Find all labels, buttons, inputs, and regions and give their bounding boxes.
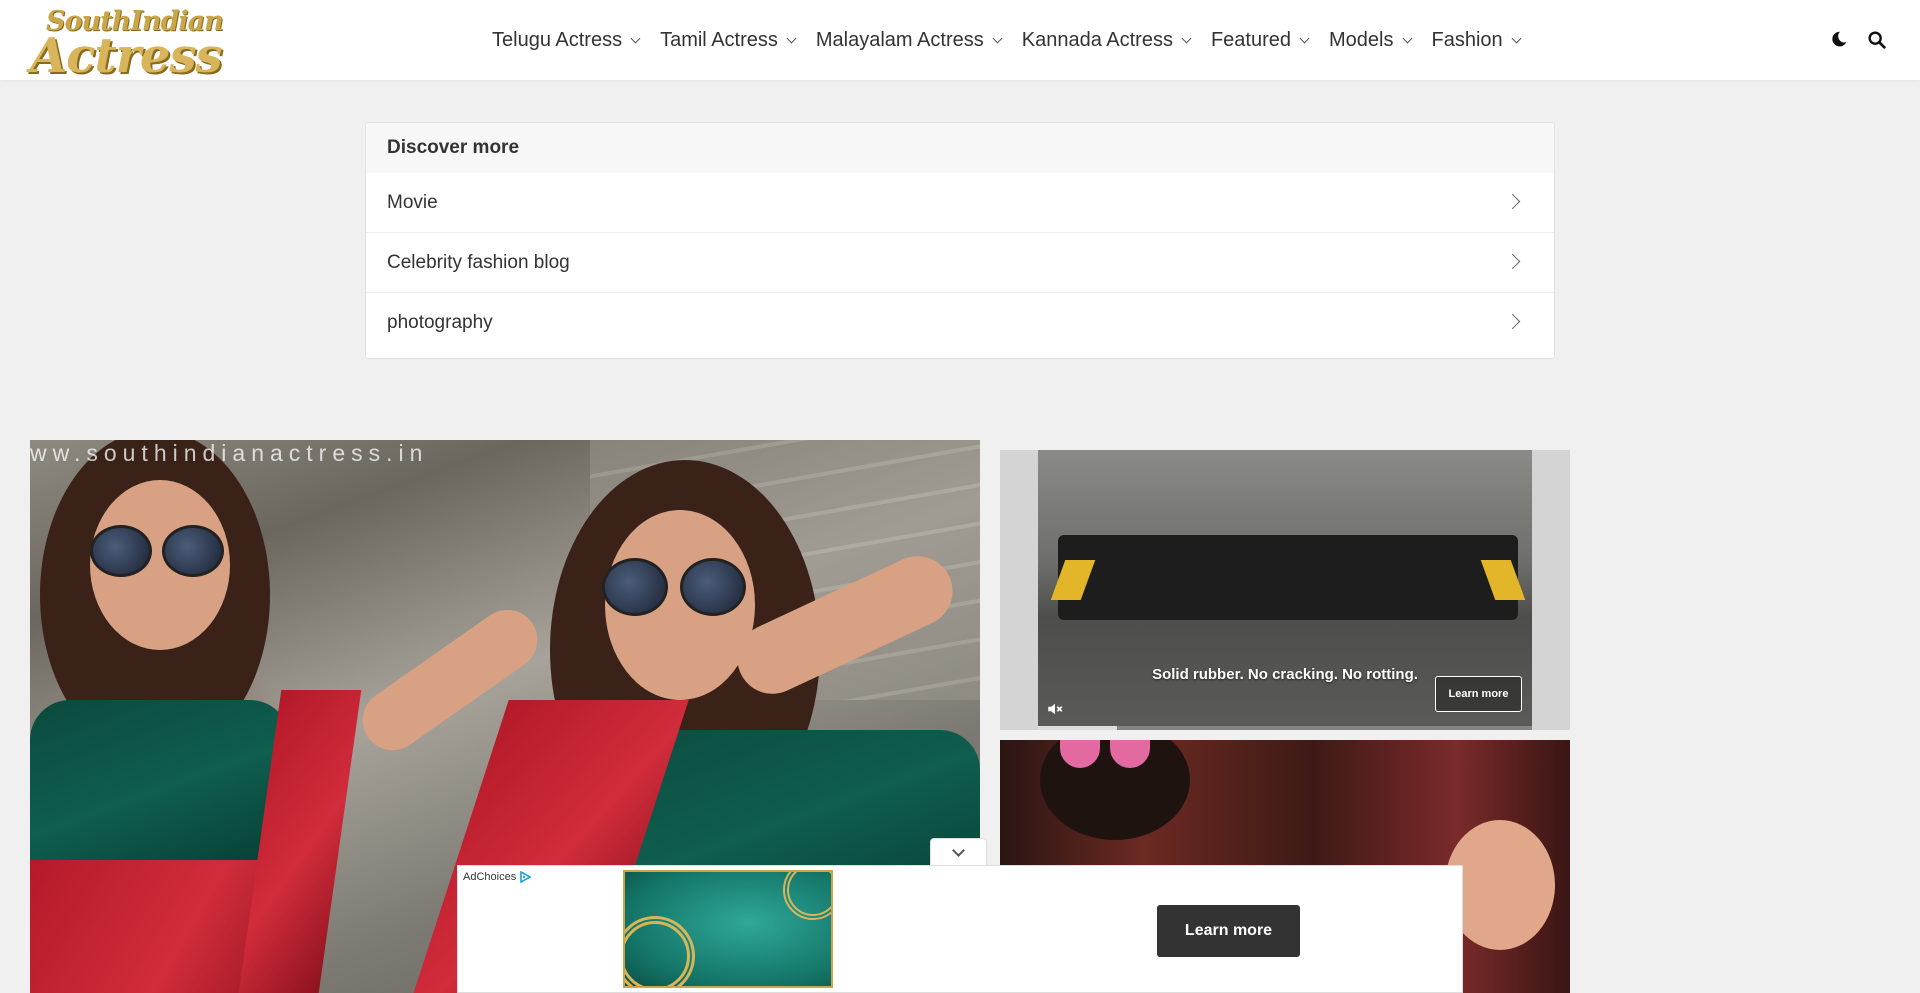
nav-item-featured[interactable]: Featured	[1210, 28, 1310, 52]
video-progress-fill	[1038, 726, 1118, 730]
adchoices-label: AdChoices	[463, 871, 517, 883]
mute-icon[interactable]	[1046, 700, 1064, 718]
discover-item-photography[interactable]: photography	[366, 293, 1554, 353]
nav-label: Tamil Actress	[660, 28, 778, 51]
discover-item-label: photography	[387, 312, 493, 333]
discover-item-label: Movie	[387, 191, 438, 213]
nav-label: Models	[1329, 28, 1394, 51]
photo-sunglasses	[162, 525, 224, 577]
photo-sunglasses	[90, 525, 152, 577]
ad-image-ornament	[625, 916, 695, 986]
nav-label: Kannada Actress	[1021, 28, 1173, 51]
video-ad[interactable]: Solid rubber. No cracking. No rotting. L…	[1000, 450, 1570, 730]
chevron-right-icon	[1504, 313, 1521, 330]
chevron-down-icon	[1181, 33, 1192, 43]
photo-watermark: ww.southindianactress.in	[30, 440, 429, 466]
chevron-down-icon	[630, 33, 641, 43]
discover-item-label: Celebrity fashion blog	[387, 251, 570, 273]
nav-item-tamil-actress[interactable]: Tamil Actress	[660, 28, 797, 52]
video-progress-bar[interactable]	[1038, 726, 1532, 730]
video-ad-learn-more-button[interactable]: Learn more	[1435, 676, 1522, 712]
photo-sunglasses	[602, 558, 668, 616]
discover-item-movie[interactable]: Movie	[366, 173, 1554, 233]
bumper-reflector	[1480, 560, 1526, 600]
chevron-down-icon	[786, 33, 797, 43]
nav-label: Fashion	[1431, 28, 1503, 51]
chevron-down-icon	[992, 33, 1003, 43]
sticky-ad-image[interactable]	[623, 870, 833, 988]
nav-label: Telugu Actress	[492, 28, 623, 51]
chevron-down-icon	[1511, 33, 1522, 43]
sticky-bottom-ad[interactable]: AdChoices Learn more	[457, 865, 1463, 993]
search-icon[interactable]	[1866, 29, 1888, 51]
nav-item-fashion[interactable]: Fashion	[1431, 28, 1522, 52]
nav-item-models[interactable]: Models	[1329, 28, 1412, 52]
site-logo[interactable]: SouthIndian Actress	[28, 2, 233, 84]
nav-item-kannada-actress[interactable]: Kannada Actress	[1021, 28, 1192, 52]
photo-sunglasses	[680, 558, 746, 616]
video-ad-product-image	[1050, 535, 1526, 620]
chevron-right-icon	[1504, 193, 1521, 210]
discover-item-celebrity-fashion-blog[interactable]: Celebrity fashion blog	[366, 233, 1554, 293]
discover-more-title: Discover more	[366, 123, 1554, 173]
ad-image-ornament	[783, 872, 831, 920]
chevron-down-icon	[1402, 33, 1412, 43]
adchoices-icon	[520, 871, 532, 883]
nav-label: Featured	[1210, 28, 1292, 51]
nav-item-malayalam-actress[interactable]: Malayalam Actress	[815, 28, 1003, 52]
sticky-ad-learn-more-button[interactable]: Learn more	[1157, 905, 1300, 957]
discover-more-box: Discover more Movie Celebrity fashion bl…	[365, 122, 1555, 359]
bumper-reflector	[1050, 560, 1096, 600]
sticky-ad-collapse-toggle[interactable]	[930, 838, 987, 866]
chevron-down-icon	[952, 844, 965, 857]
video-ad-frame[interactable]: Solid rubber. No cracking. No rotting. L…	[1038, 450, 1532, 730]
site-header: SouthIndian Actress Telugu Actress Tamil…	[0, 0, 1920, 84]
main-nav: Telugu Actress Tamil Actress Malayalam A…	[492, 0, 1541, 80]
nav-label: Malayalam Actress	[815, 28, 984, 51]
logo-line2: Actress	[30, 28, 223, 84]
adchoices-link[interactable]: AdChoices	[463, 871, 532, 883]
chevron-right-icon	[1504, 253, 1521, 270]
moon-icon[interactable]	[1827, 29, 1849, 51]
photo-blouse	[30, 700, 290, 880]
nav-item-telugu-actress[interactable]: Telugu Actress	[492, 28, 641, 52]
chevron-down-icon	[1299, 33, 1310, 43]
